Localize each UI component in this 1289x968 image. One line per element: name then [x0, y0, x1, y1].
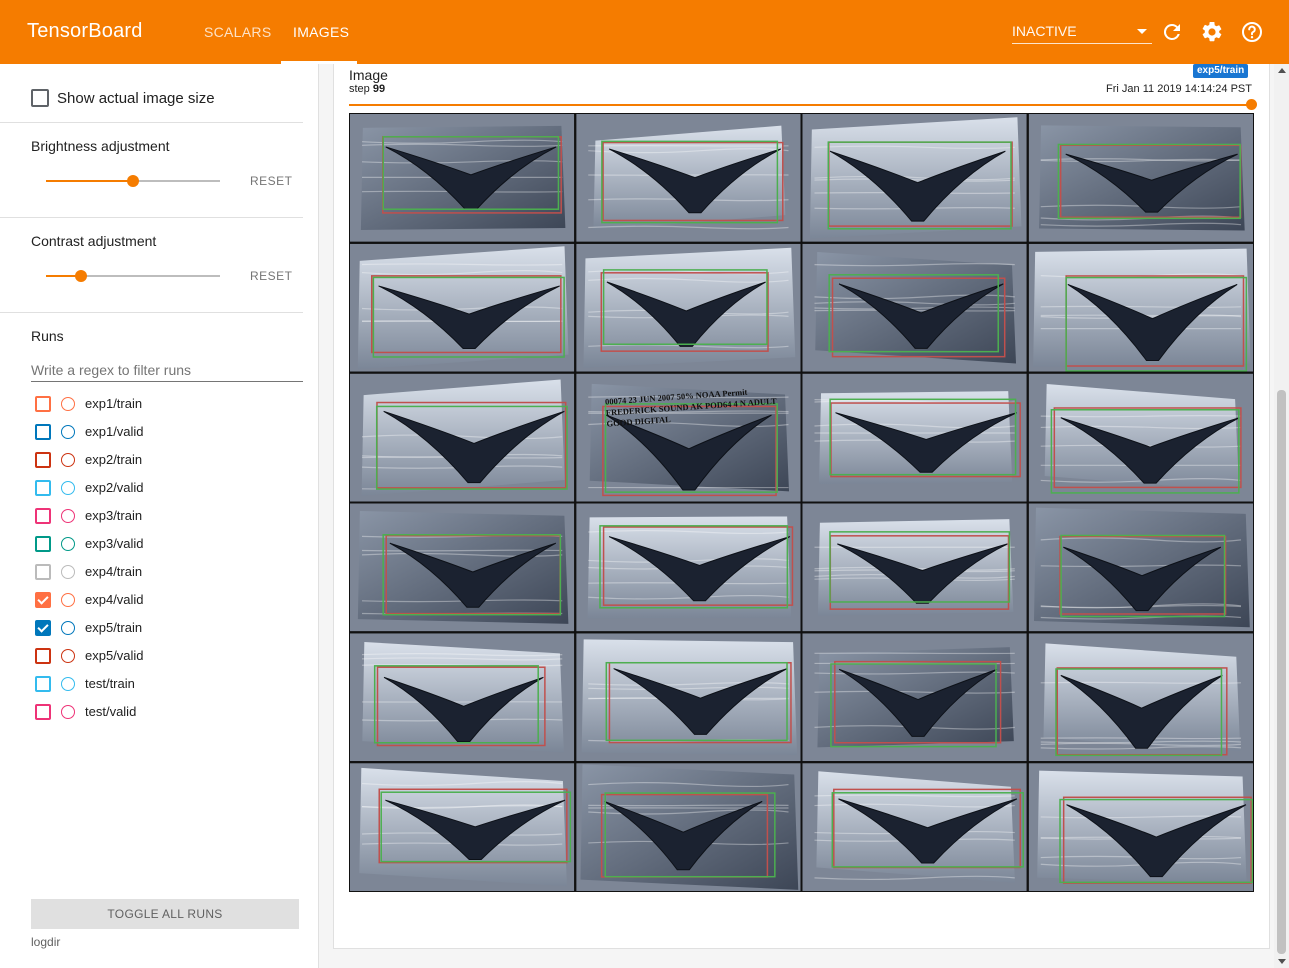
run-name: exp1/train	[85, 396, 143, 411]
show-actual-size-label: Show actual image size	[57, 90, 215, 107]
run-checkbox[interactable]	[35, 424, 51, 440]
logdir-label: logdir	[31, 935, 61, 949]
run-checkbox[interactable]	[35, 620, 51, 636]
run-checkbox[interactable]	[35, 704, 51, 720]
run-item[interactable]: test/valid	[31, 702, 281, 722]
run-item[interactable]: exp4/valid	[31, 590, 281, 610]
run-color-circle-icon[interactable]	[61, 537, 75, 551]
run-item[interactable]: exp3/valid	[31, 534, 281, 554]
run-item[interactable]: exp5/train	[31, 618, 281, 638]
top-app-bar: TensorBoard SCALARS IMAGES INACTIVE	[0, 0, 1289, 64]
tab-scalars[interactable]: SCALARS	[204, 24, 271, 40]
run-color-circle-icon[interactable]	[61, 453, 75, 467]
settings-icon[interactable]	[1200, 20, 1224, 44]
run-name: exp4/train	[85, 564, 143, 579]
run-name: test/train	[85, 676, 135, 691]
run-item[interactable]: exp4/train	[31, 562, 281, 582]
run-color-circle-icon[interactable]	[61, 509, 75, 523]
dropdown-caret-icon	[1137, 29, 1147, 34]
slider-knob[interactable]	[74, 270, 87, 282]
run-item[interactable]: exp2/valid	[31, 478, 281, 498]
section-divider	[0, 122, 303, 123]
run-name: exp2/valid	[85, 480, 144, 495]
run-color-circle-icon[interactable]	[61, 593, 75, 607]
step-slider-track	[349, 104, 1249, 106]
inactive-plugins-select[interactable]: INACTIVE	[1012, 22, 1152, 44]
step-slider[interactable]	[349, 98, 1257, 112]
brightness-label: Brightness adjustment	[31, 138, 170, 154]
run-item[interactable]: test/train	[31, 674, 281, 694]
run-color-circle-icon[interactable]	[61, 425, 75, 439]
scrollbar-thumb[interactable]	[1277, 390, 1286, 954]
run-checkbox[interactable]	[35, 480, 51, 496]
run-name: exp1/valid	[85, 424, 144, 439]
section-divider	[0, 217, 303, 218]
run-color-circle-icon[interactable]	[61, 677, 75, 691]
run-name: test/valid	[85, 704, 137, 719]
run-checkbox[interactable]	[35, 452, 51, 468]
show-actual-size-checkbox[interactable]	[31, 89, 49, 107]
run-name: exp2/train	[85, 452, 143, 467]
inactive-select-value: INACTIVE	[1012, 23, 1077, 39]
run-color-circle-icon[interactable]	[61, 397, 75, 411]
slider-fill	[46, 180, 133, 182]
contrast-reset-button[interactable]: RESET	[250, 269, 293, 283]
run-item[interactable]: exp2/train	[31, 450, 281, 470]
contrast-label: Contrast adjustment	[31, 233, 157, 249]
timestamp: Fri Jan 11 2019 14:14:24 PST	[1106, 83, 1252, 95]
brightness-slider[interactable]	[46, 171, 220, 191]
help-icon[interactable]	[1240, 20, 1264, 44]
run-checkbox[interactable]	[35, 592, 51, 608]
app-title: TensorBoard	[27, 20, 143, 42]
contrast-slider[interactable]	[46, 266, 220, 286]
run-color-circle-icon[interactable]	[61, 649, 75, 663]
run-checkbox[interactable]	[35, 508, 51, 524]
run-item[interactable]: exp1/valid	[31, 422, 281, 442]
run-checkbox[interactable]	[35, 536, 51, 552]
run-name: exp5/valid	[85, 648, 144, 663]
toggle-all-runs-button[interactable]: TOGGLE ALL RUNS	[31, 899, 299, 929]
run-color-circle-icon[interactable]	[61, 565, 75, 579]
run-chip: exp5/train	[1193, 64, 1249, 78]
card-title: Image	[349, 67, 388, 83]
step-prefix: step	[349, 83, 370, 95]
brightness-reset-button[interactable]: RESET	[250, 174, 293, 188]
runs-title: Runs	[31, 328, 64, 344]
page-scrollbar[interactable]	[1274, 64, 1289, 968]
run-item[interactable]: exp1/train	[31, 394, 281, 414]
run-color-circle-icon[interactable]	[61, 705, 75, 719]
run-checkbox[interactable]	[35, 648, 51, 664]
whale-fluke-image: 00074 23 JUN 2007 50% NOAA PermitFREDERI…	[349, 113, 1254, 892]
run-filter-input[interactable]	[31, 358, 303, 382]
step-value: 99	[372, 83, 386, 95]
run-name: exp4/valid	[85, 592, 144, 607]
run-checkbox[interactable]	[35, 564, 51, 580]
run-checkbox[interactable]	[35, 396, 51, 412]
section-divider	[0, 312, 303, 313]
run-name: exp5/train	[85, 620, 143, 635]
run-item[interactable]: exp3/train	[31, 506, 281, 526]
step-label: step 99	[349, 83, 385, 95]
run-name: exp3/train	[85, 508, 143, 523]
run-color-circle-icon[interactable]	[61, 481, 75, 495]
run-name: exp3/valid	[85, 536, 144, 551]
scroll-down-arrow-icon[interactable]	[1278, 959, 1286, 964]
image-grid: 00074 23 JUN 2007 50% NOAA Permit FREDERI…	[349, 113, 1254, 892]
run-item[interactable]: exp5/valid	[31, 646, 281, 666]
run-color-circle-icon[interactable]	[61, 621, 75, 635]
step-slider-knob[interactable]	[1246, 99, 1257, 110]
scroll-up-arrow-icon[interactable]	[1278, 68, 1286, 73]
run-checkbox[interactable]	[35, 676, 51, 692]
slider-knob[interactable]	[127, 175, 139, 187]
refresh-icon[interactable]	[1160, 20, 1184, 44]
tab-images[interactable]: IMAGES	[293, 24, 349, 40]
